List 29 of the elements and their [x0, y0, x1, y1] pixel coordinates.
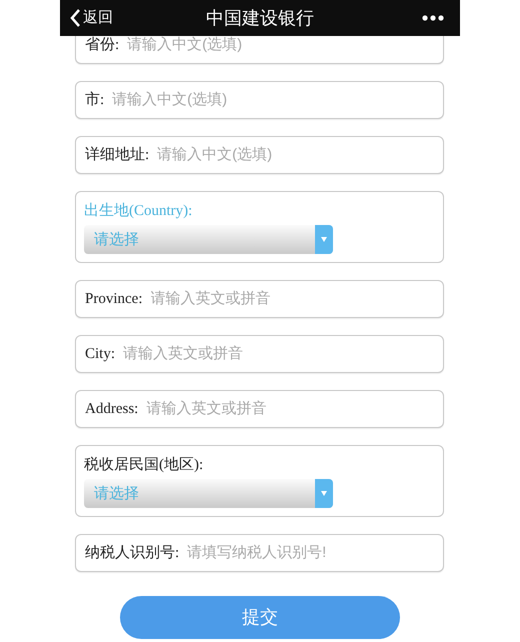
text-input[interactable]: 请输入中文(选填)	[112, 88, 434, 112]
back-button[interactable]: 返回	[70, 6, 113, 30]
field-label: 纳税人识别号:	[85, 544, 180, 563]
input-field[interactable]: City: 请输入英文或拼音	[75, 335, 444, 373]
text-input[interactable]: 请填写纳税人识别号!	[187, 542, 434, 564]
field-label: 市:	[85, 90, 104, 110]
text-input[interactable]: 请输入英文或拼音	[123, 342, 434, 366]
input-field[interactable]: 纳税人识别号: 请填写纳税人识别号!	[75, 534, 444, 572]
field-label: 出生地(Country):	[84, 202, 194, 221]
dropdown-caret-icon	[315, 225, 333, 254]
text-input[interactable]: 请输入中文(选填)	[127, 34, 434, 57]
input-field[interactable]: 市: 请输入中文(选填)	[75, 81, 444, 119]
field-label: Province:	[85, 290, 142, 309]
page-title: 中国建设银行	[206, 6, 314, 30]
more-icon[interactable]	[422, 15, 444, 21]
field-label: 税收居民国(地区):	[84, 456, 204, 475]
input-field[interactable]: 省份: 请输入中文(选填)	[75, 36, 444, 64]
field-label: 省份:	[85, 36, 120, 56]
field-label: Address:	[85, 400, 138, 419]
dropdown-caret-icon	[315, 479, 333, 508]
field-label: City:	[85, 344, 116, 364]
input-field[interactable]: Address: 请输入英文或拼音	[75, 390, 444, 428]
input-field[interactable]: 详细地址: 请输入中文(选填)	[75, 136, 444, 174]
back-chevron-icon	[70, 9, 81, 27]
text-input[interactable]: 请输入英文或拼音	[150, 288, 434, 310]
input-field[interactable]: Province: 请输入英文或拼音	[75, 280, 444, 318]
text-input[interactable]: 请输入英文或拼音	[146, 398, 434, 420]
field-label: 详细地址:	[85, 146, 150, 165]
text-input[interactable]: 请输入中文(选填)	[157, 144, 434, 166]
